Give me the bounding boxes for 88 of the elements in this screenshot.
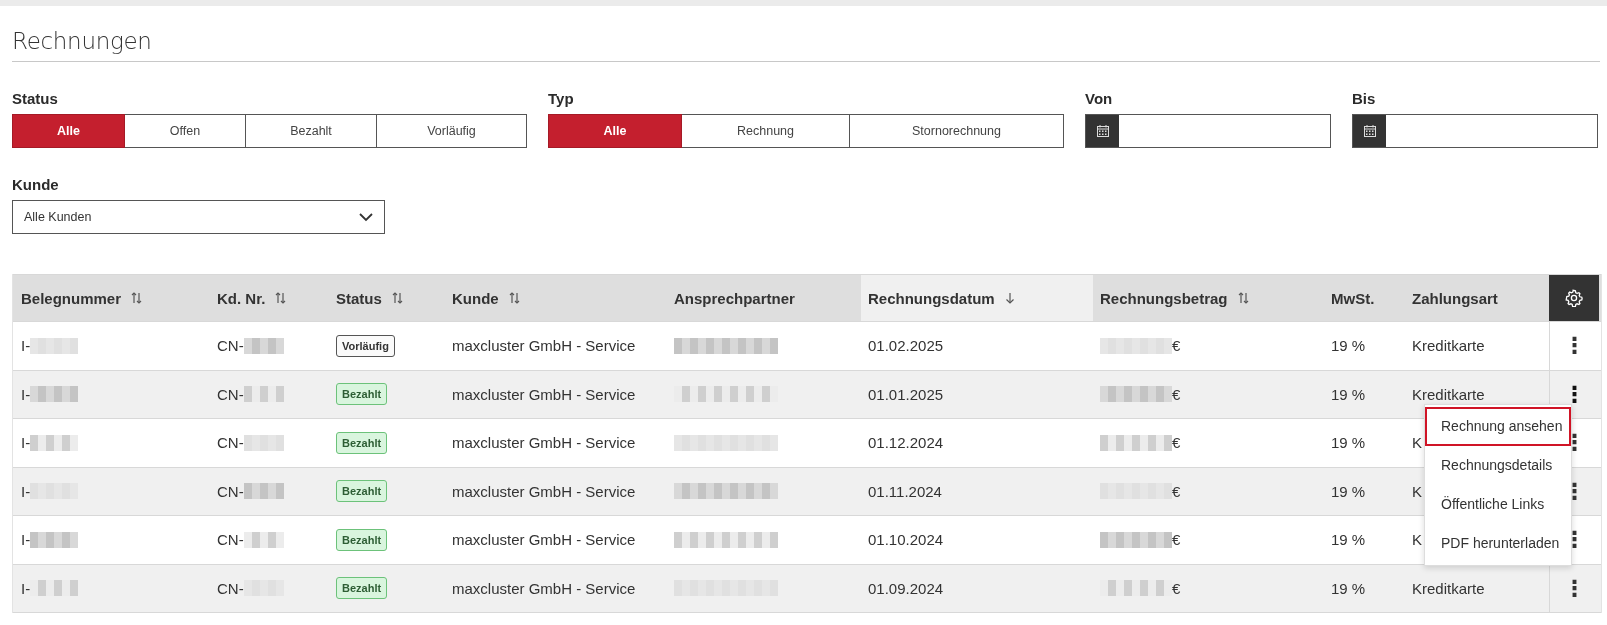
table-cell: 01.09.2024 [868,579,944,597]
table-cell: € [1172,434,1181,452]
status-badge: Bezahlt [336,480,388,503]
table-cell: € [1172,579,1181,597]
table-cell: 01.11.2024 [868,482,942,500]
filter-label: Von [1085,90,1114,107]
table-cell: I- [21,579,31,597]
sort-icon [508,292,520,304]
table-cell: maxcluster GmbH - Service [452,579,636,597]
page-title: Rechnungen [12,27,153,56]
column-header[interactable]: Rechnungsbetrag [1093,275,1316,321]
table-cell: CN- [217,337,244,355]
table-cell: K [1412,531,1422,549]
sort-icon [1237,292,1249,304]
column-header[interactable]: Ansprechpartner [661,275,861,321]
table-cell: maxcluster GmbH - Service [452,434,636,452]
table-cell: 01.01.2025 [868,385,944,403]
filter-tab[interactable]: Bezahlt [246,114,377,148]
filter-label: Kunde [12,176,60,193]
column-header[interactable]: Kunde [441,275,661,321]
status-badge: Bezahlt [336,528,388,551]
table-cell: € [1172,482,1181,500]
table-cell: CN- [217,434,244,452]
table-cell: CN- [217,482,244,500]
table-cell: 01.12.2024 [868,434,944,452]
column-header[interactable]: Kd. Nr. [206,275,324,321]
table-cell: CN- [217,531,244,549]
chevron-down-icon [359,212,373,222]
filter-tab[interactable]: Alle [548,114,682,148]
date-field[interactable] [1085,114,1331,148]
filter-tab[interactable]: Offen [125,114,246,148]
more-options-button[interactable]: ⋮ [1559,381,1590,407]
table-cell: 19 % [1331,385,1366,403]
filter-tab[interactable]: Alle [12,114,125,148]
table-cell: K [1412,482,1422,500]
table-cell: Kreditkarte [1412,579,1485,597]
calendar-icon [1362,124,1377,138]
table-cell: 19 % [1331,337,1366,355]
more-options-button[interactable]: ⋮ [1559,575,1590,601]
table-cell: maxcluster GmbH - Service [452,385,636,403]
sort-icon [391,292,403,304]
customer-dropdown[interactable]: Alle Kunden [12,200,385,234]
table-cell: 19 % [1331,531,1366,549]
date-field[interactable] [1352,114,1598,148]
table-cell: 19 % [1331,434,1366,452]
table-cell: Kreditkarte [1412,337,1485,355]
status-badge: Bezahlt [336,431,388,454]
filter-tab[interactable]: Vorläufig [377,114,527,148]
table-cell: I- [21,337,31,355]
table-cell: € [1172,385,1181,403]
column-header[interactable]: Belegnummer [13,275,206,321]
table-cell: I- [21,482,31,500]
status-badge: Bezahlt [336,383,388,406]
filter-tab[interactable]: Rechnung [682,114,850,148]
column-header[interactable]: MwSt. [1316,275,1401,321]
sort-icon [275,292,287,304]
calendar-icon [1095,124,1110,138]
status-badge: Vorläufig [336,334,395,357]
table-cell: CN- [217,579,244,597]
table-cell: Kreditkarte [1412,385,1485,403]
table-cell: K [1412,434,1422,452]
filter-label: Status [12,90,59,107]
column-header[interactable]: Zahlungsart [1401,275,1549,321]
filter-label: Typ [548,90,575,107]
table-cell: € [1172,337,1181,355]
table-cell: 01.02.2025 [868,337,944,355]
column-header[interactable]: Status [324,275,441,321]
table-cell: maxcluster GmbH - Service [452,531,636,549]
status-badge: Bezahlt [336,577,388,600]
table-cell: I- [21,434,31,452]
table-cell: € [1172,531,1181,549]
table-cell: 19 % [1331,482,1366,500]
more-options-button[interactable]: ⋮ [1559,333,1590,359]
menu-item[interactable]: Rechnung ansehen [1425,406,1571,446]
table-cell: I- [21,385,31,403]
sort-down-icon [1004,292,1015,304]
sort-icon [131,292,143,304]
table-cell: maxcluster GmbH - Service [452,337,636,355]
column-header[interactable]: Rechnungsdatum [861,275,1093,321]
settings-button[interactable] [1549,275,1599,321]
table-cell: maxcluster GmbH - Service [452,482,636,500]
settings-icon [1565,289,1583,307]
table-cell: I- [21,531,31,549]
filter-label: Bis [1352,90,1377,107]
table-cell: 01.10.2024 [868,531,944,549]
table-cell: CN- [217,385,244,403]
table-cell: 19 % [1331,579,1366,597]
filter-tab[interactable]: Stornorechnung [850,114,1064,148]
